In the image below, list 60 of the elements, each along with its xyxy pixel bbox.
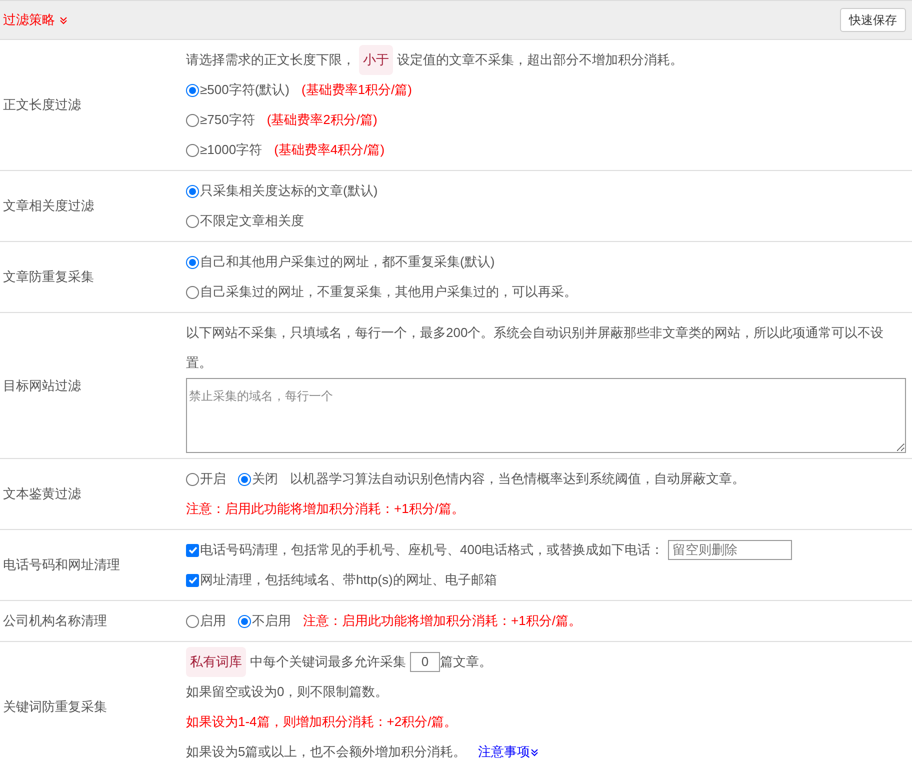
check-icon <box>188 545 198 555</box>
row-label: 文本鉴黄过滤 <box>3 485 81 504</box>
radio-label[interactable]: 不启用 <box>252 606 291 636</box>
radio-button[interactable] <box>186 184 199 198</box>
checkbox-label[interactable]: 电话号码清理，包括常见的手机号、座机号、400电话格式，或替换成如下电话： <box>200 535 664 565</box>
row-label: 文章防重复采集 <box>3 268 94 286</box>
radio-label[interactable]: 关闭 <box>252 464 278 494</box>
cost-note: (基础费率2积分/篇) <box>266 111 378 129</box>
radio-label[interactable]: 只采集相关度达标的文章(默认) <box>200 176 378 206</box>
radio-button[interactable] <box>238 614 251 628</box>
radio-label[interactable]: 自己和其他用户采集过的网址，都不重复采集(默认) <box>200 247 495 277</box>
radio-button[interactable] <box>186 286 199 298</box>
highlight-tag: 小于 <box>359 45 393 75</box>
cost-note: (基础费率1积分/篇) <box>301 81 412 99</box>
checkbox[interactable] <box>186 544 199 556</box>
check-icon <box>188 575 198 585</box>
row-label: 公司机构名称清理 <box>3 612 107 630</box>
radio-button[interactable] <box>186 472 199 486</box>
radio-label[interactable]: 不限定文章相关度 <box>200 206 304 236</box>
row-label: 电话号码和网址清理 <box>3 556 120 574</box>
section-title: 过滤策略 <box>3 11 55 30</box>
description-text: 如果设为5篇或以上，也不会额外增加积分消耗。 <box>186 743 466 761</box>
chevron-down-icon <box>59 16 68 24</box>
cost-note: 如果设为1-4篇，则增加积分消耗：+2积分/篇。 <box>186 713 458 731</box>
radio-button[interactable] <box>238 472 251 486</box>
radio-button[interactable] <box>186 614 199 628</box>
radio-label[interactable]: 自己采集过的网址，不重复采集，其他用户采集过的，可以再采。 <box>200 277 577 307</box>
row-label: 关键词防重复采集 <box>3 698 107 716</box>
row-label: 目标网站过滤 <box>3 376 81 395</box>
phone-input[interactable]: 留空则删除 <box>668 540 792 560</box>
radio-label[interactable]: ≥1000字符 <box>200 135 262 165</box>
radio-label[interactable]: ≥750字符 <box>200 105 255 135</box>
radio-label[interactable]: ≥500字符(默认) <box>200 75 290 105</box>
cost-note: 注意：启用此功能将增加积分消耗：+1积分/篇。 <box>186 500 464 518</box>
description-text: 中每个关键词最多允许采集 <box>250 653 406 671</box>
chevron-down-icon <box>530 748 540 756</box>
radio-label[interactable]: 开启 <box>200 464 226 494</box>
notes-link[interactable]: 注意事项 <box>478 737 540 767</box>
row-label: 文章相关度过滤 <box>3 197 94 216</box>
quick-save-button[interactable]: 快速保存 <box>840 8 906 32</box>
description-text: 以下网站不采集，只填域名，每行一个，最多200个。系统会自动识别并屏蔽那些非文章类的网站，所以此项通常可以不设置。 <box>186 324 885 372</box>
radio-label[interactable]: 启用 <box>200 606 226 636</box>
description-text: 以机器学习算法自动识别色情内容，当色情概率达到系统阈值，自动屏蔽文章。 <box>290 470 745 488</box>
cost-note: 注意：启用此功能将增加积分消耗：+1积分/篇。 <box>303 612 582 630</box>
radio-button[interactable] <box>186 144 199 156</box>
number-input[interactable]: 0 <box>410 652 440 672</box>
checkbox[interactable] <box>186 574 199 586</box>
radio-button[interactable] <box>186 84 199 96</box>
description-text: 如果留空或设为0，则不限制篇数。 <box>186 683 388 701</box>
description-text: 设定值的文章不采集，超出部分不增加积分消耗。 <box>397 51 683 69</box>
cost-note: (基础费率4积分/篇) <box>274 141 385 159</box>
checkbox-label[interactable]: 网址清理，包括纯域名、带http(s)的网址、电子邮箱 <box>200 565 497 595</box>
row-label: 正文长度过滤 <box>3 96 81 114</box>
description-text: 篇文章。 <box>440 653 492 671</box>
radio-button[interactable] <box>186 256 199 268</box>
domain-textarea[interactable]: 禁止采集的域名，每行一个 <box>186 378 906 453</box>
description-text: 请选择需求的正文长度下限， <box>186 51 355 69</box>
radio-button[interactable] <box>186 214 199 228</box>
highlight-tag: 私有词库 <box>186 647 246 677</box>
radio-button[interactable] <box>186 114 199 126</box>
